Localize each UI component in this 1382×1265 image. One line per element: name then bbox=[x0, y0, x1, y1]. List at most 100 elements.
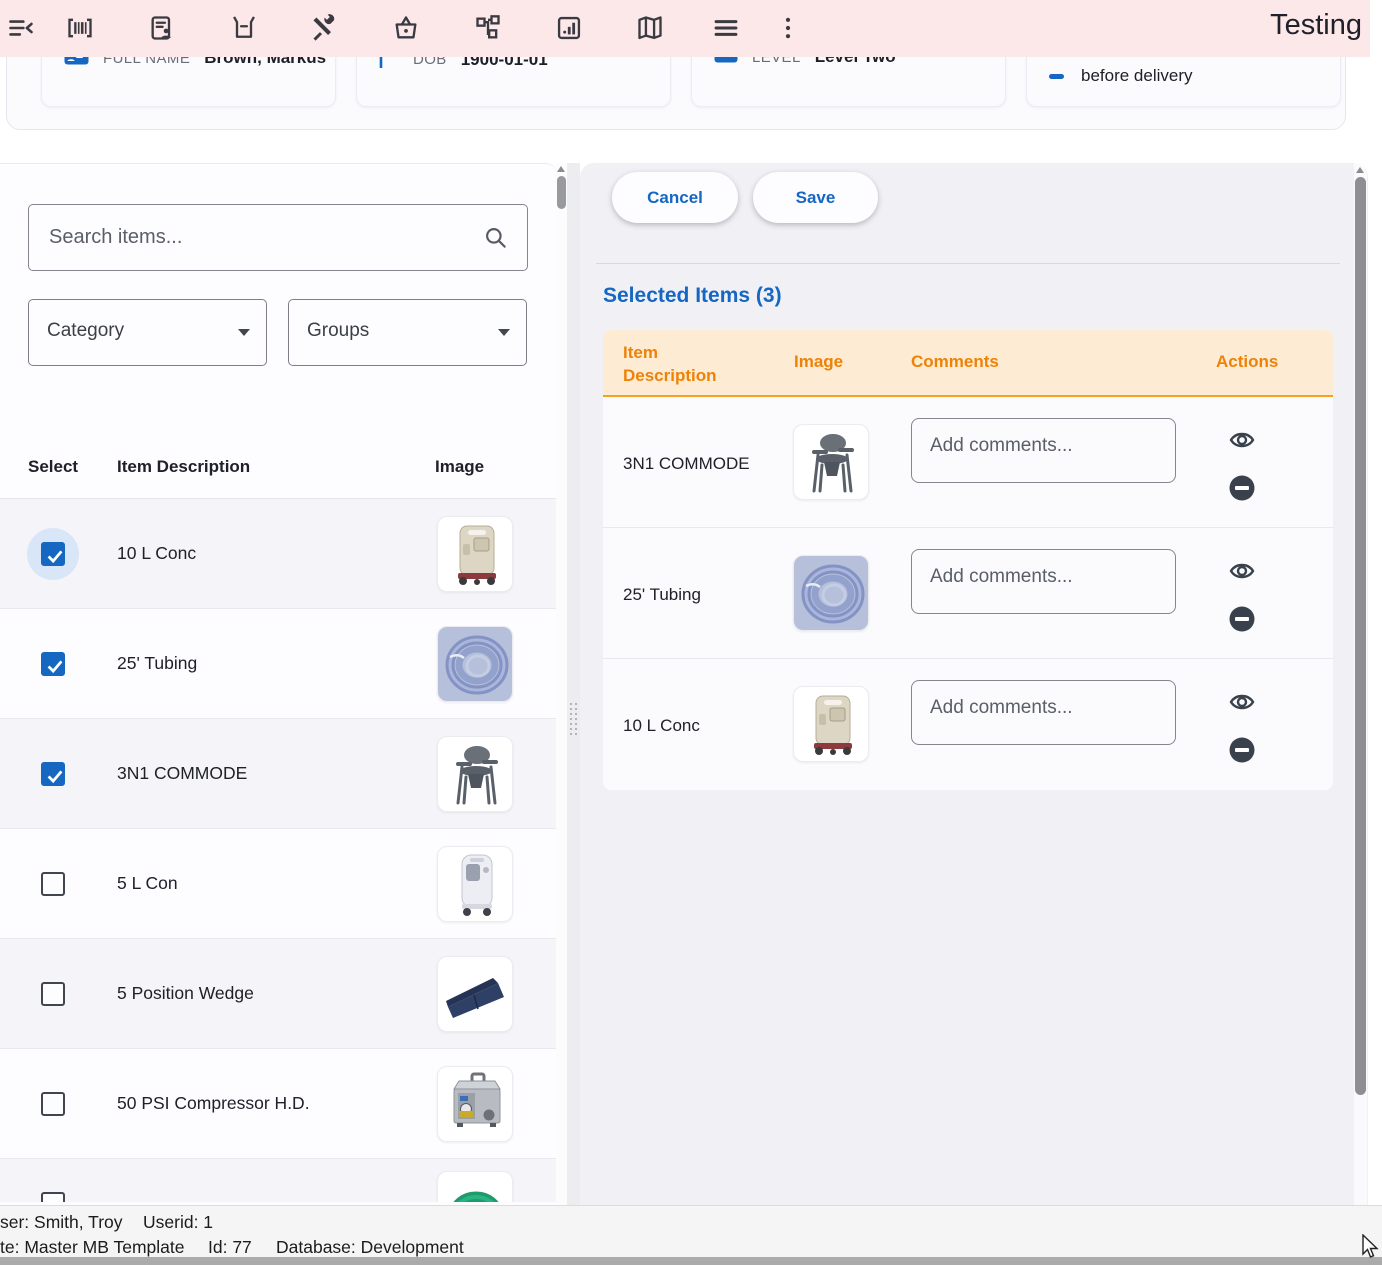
item-description: 5 L Con bbox=[117, 873, 178, 894]
row-checkbox[interactable] bbox=[41, 762, 65, 786]
search-icon[interactable] bbox=[483, 225, 509, 256]
eye-icon[interactable] bbox=[1229, 427, 1255, 453]
horizontal-scrollbar[interactable] bbox=[0, 1257, 1382, 1265]
items-table-header: Select Item Description Image bbox=[0, 441, 556, 499]
panel-splitter bbox=[567, 163, 580, 1205]
table-row: 50 PSI Compressor H.D. bbox=[0, 1049, 556, 1159]
oxygen-concentrator-10l-image bbox=[793, 686, 869, 762]
col-actions: Actions bbox=[1216, 352, 1278, 372]
comment-input[interactable] bbox=[911, 549, 1176, 614]
status-template: te: Master MB Template bbox=[0, 1237, 184, 1258]
selected-items-panel: Cancel Save Selected Items (3) Item Desc… bbox=[580, 163, 1368, 1205]
tools-icon[interactable] bbox=[310, 14, 338, 42]
report-icon[interactable] bbox=[555, 14, 583, 42]
table-row: 3N1 COMMODE bbox=[0, 719, 556, 829]
item-description: 25' Tubing bbox=[117, 653, 197, 674]
scrollbar-thumb[interactable] bbox=[557, 176, 566, 209]
selected-items-table-header: Item Description Image Comments Actions bbox=[603, 330, 1333, 397]
col-image: Image bbox=[435, 457, 484, 477]
row-checkbox[interactable] bbox=[41, 542, 65, 566]
item-description: 10 L Conc bbox=[117, 543, 196, 564]
scroll-up-arrow[interactable] bbox=[1356, 167, 1364, 173]
item-picker-panel: Category Groups Select Item Description … bbox=[0, 163, 556, 1205]
commode-chair-image bbox=[793, 424, 869, 500]
eye-icon[interactable] bbox=[1229, 558, 1255, 584]
row-checkbox[interactable] bbox=[41, 982, 65, 1006]
col-item-description: Item Description bbox=[117, 457, 250, 477]
groups-dropdown-label: Groups bbox=[307, 320, 369, 342]
item-description: 3N1 COMMODE bbox=[117, 763, 247, 784]
remove-icon[interactable] bbox=[1229, 737, 1255, 763]
item-description: 10 L Conc bbox=[623, 716, 700, 736]
menu-icon[interactable] bbox=[712, 14, 740, 42]
schema-icon[interactable] bbox=[474, 14, 502, 42]
map-icon[interactable] bbox=[636, 14, 664, 42]
status-user: ser: Smith, Troy bbox=[0, 1212, 123, 1233]
search-input[interactable] bbox=[49, 205, 479, 270]
row-checkbox[interactable] bbox=[41, 652, 65, 676]
blue-tubing-coil-image bbox=[793, 555, 869, 631]
item-description: 25' Tubing bbox=[623, 585, 701, 605]
app-toolbar: Testing bbox=[0, 0, 1370, 57]
gray-compressor-image bbox=[437, 1066, 513, 1142]
more-vertical-icon[interactable] bbox=[774, 14, 802, 42]
status-userid: Userid: 1 bbox=[143, 1212, 213, 1233]
remove-icon[interactable] bbox=[1229, 606, 1255, 632]
patient-record-icon[interactable] bbox=[148, 14, 176, 42]
col-select: Select bbox=[28, 457, 78, 477]
page-title: Testing bbox=[1270, 9, 1362, 42]
blue-tubing-coil-image bbox=[437, 626, 513, 702]
table-row: 5 L Con bbox=[0, 829, 556, 939]
item-description: 50 PSI Compressor H.D. bbox=[117, 1093, 310, 1114]
right-panel-scrollbar bbox=[1354, 163, 1367, 1205]
oxygen-concentrator-5l-image bbox=[437, 846, 513, 922]
oxygen-concentrator-10l-image bbox=[437, 516, 513, 592]
cancel-button[interactable]: Cancel bbox=[612, 172, 738, 223]
table-row: 3N1 COMMODE bbox=[603, 397, 1333, 528]
table-row: 25' Tubing bbox=[0, 609, 556, 719]
field-value: before delivery bbox=[1081, 66, 1193, 86]
table-row: 10 L Conc bbox=[603, 659, 1333, 790]
row-checkbox[interactable] bbox=[41, 1192, 65, 1202]
chevron-down-icon bbox=[498, 329, 510, 336]
category-dropdown[interactable]: Category bbox=[28, 299, 267, 366]
groups-dropdown[interactable]: Groups bbox=[288, 299, 527, 366]
green-coil-image bbox=[437, 1171, 513, 1202]
table-row-partial bbox=[0, 1159, 556, 1202]
row-checkbox[interactable] bbox=[41, 1092, 65, 1116]
comment-input[interactable] bbox=[911, 418, 1176, 483]
divider bbox=[596, 263, 1340, 264]
scrollbar-thumb[interactable] bbox=[1355, 177, 1366, 1095]
basket-icon[interactable] bbox=[392, 14, 420, 42]
row-checkbox[interactable] bbox=[41, 872, 65, 896]
col-image: Image bbox=[794, 352, 843, 372]
selected-items-title: Selected Items (3) bbox=[603, 284, 782, 308]
status-id: Id: 77 bbox=[208, 1237, 252, 1258]
chevron-down-icon bbox=[238, 329, 250, 336]
left-panel-scrollbar bbox=[556, 163, 567, 1205]
save-button[interactable]: Save bbox=[753, 172, 878, 223]
category-dropdown-label: Category bbox=[47, 320, 124, 342]
navy-wedge-cushion-image bbox=[437, 956, 513, 1032]
table-row: 25' Tubing bbox=[603, 528, 1333, 659]
commode-chair-image bbox=[437, 736, 513, 812]
bin-icon[interactable] bbox=[230, 14, 258, 42]
col-item-description: Item Description bbox=[623, 341, 733, 387]
dash-icon bbox=[1049, 66, 1064, 84]
item-description: 3N1 COMMODE bbox=[623, 454, 750, 474]
app-window: FULL NAME Brown, Markus DOB 1900-01-01 L… bbox=[0, 0, 1382, 1265]
table-row: 5 Position Wedge bbox=[0, 939, 556, 1049]
col-comments: Comments bbox=[911, 352, 999, 372]
barcode-icon[interactable] bbox=[66, 14, 94, 42]
eye-icon[interactable] bbox=[1229, 689, 1255, 715]
comment-input[interactable] bbox=[911, 680, 1176, 745]
status-database: Database: Development bbox=[276, 1237, 464, 1258]
item-description: 5 Position Wedge bbox=[117, 983, 254, 1004]
selected-items-table: Item Description Image Comments Actions … bbox=[603, 330, 1333, 790]
scroll-up-arrow[interactable] bbox=[557, 166, 565, 172]
search-box bbox=[28, 204, 528, 271]
menu-open-icon[interactable] bbox=[7, 14, 35, 42]
splitter-grip[interactable] bbox=[570, 703, 577, 735]
items-table: 10 L Conc 25' Tubing 3N1 COMMODE bbox=[0, 499, 556, 1202]
remove-icon[interactable] bbox=[1229, 475, 1255, 501]
